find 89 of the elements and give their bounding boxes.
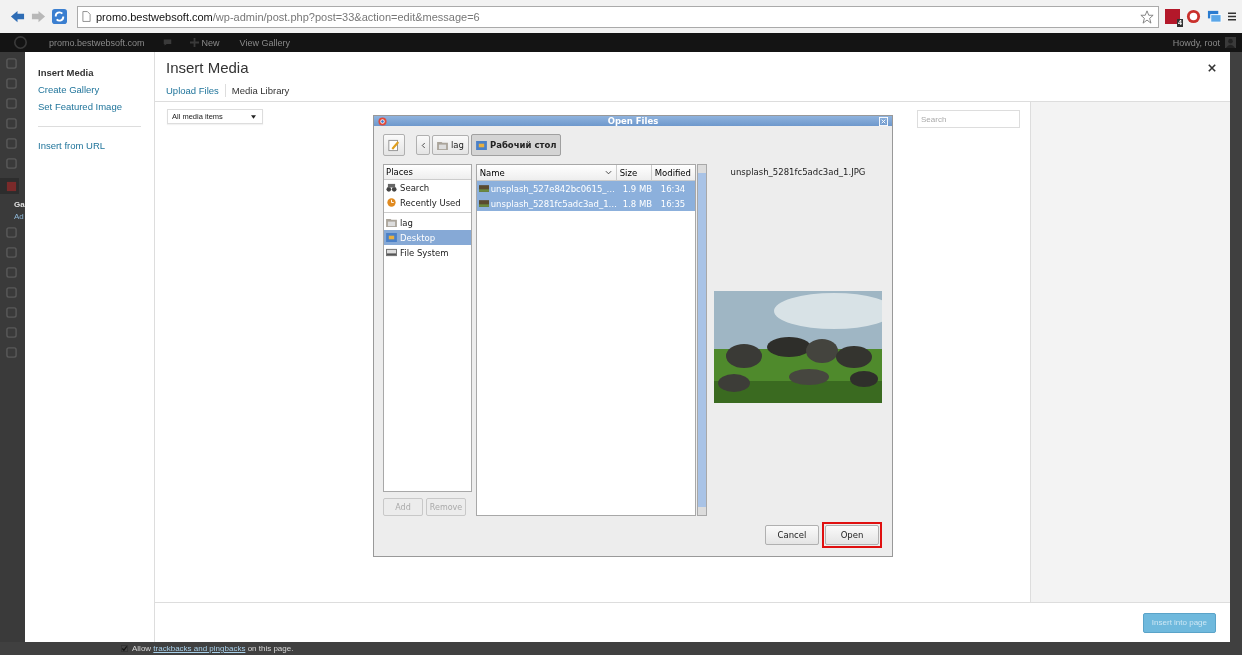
places-header: Places — [384, 165, 471, 180]
menu-item-icon[interactable] — [6, 138, 17, 149]
trackbacks-text: Allow trackbacks and pingbacks on this page. — [132, 644, 294, 653]
binoculars-icon — [386, 183, 397, 192]
address-bar[interactable]: promo.bestwebsoft.com/wp-admin/post.php?post=33&action=edit&message=6 — [77, 5, 1159, 28]
place-label: Desktop — [400, 232, 436, 243]
modal-menu-item[interactable]: Create Gallery — [38, 83, 154, 96]
place-item[interactable]: Recently Used — [384, 195, 471, 210]
pencil-icon — [388, 138, 400, 152]
file-name: unsplash_527e842bc0615_… — [490, 183, 617, 194]
desktop-icon — [475, 140, 487, 150]
modal-menu-item[interactable]: Insert from URL — [38, 139, 154, 152]
menu-item-icon[interactable] — [6, 98, 17, 109]
open-button[interactable]: Open — [825, 525, 879, 545]
view-gallery-link[interactable]: View Gallery — [239, 37, 290, 48]
close-icon[interactable] — [1208, 64, 1216, 72]
preview-file-name: unsplash_5281fc5adc3ad_1.JPG — [730, 167, 866, 177]
image-file-icon — [478, 185, 489, 192]
menu-item-icon[interactable] — [6, 158, 17, 169]
file-name: unsplash_5281fc5adc3ad_1… — [490, 198, 619, 209]
logo-icon[interactable] — [14, 36, 27, 49]
file-modified: 16:35 — [660, 198, 687, 209]
folder-icon — [437, 140, 448, 150]
scrollbar[interactable] — [697, 164, 707, 516]
menu-item-icon[interactable] — [6, 327, 17, 338]
place-item[interactable]: lag — [384, 215, 471, 230]
url-host: promo.bestwebsoft.com — [96, 10, 213, 23]
submenu-label[interactable]: Ga — [14, 200, 25, 209]
tab[interactable]: Upload Files — [166, 84, 225, 97]
place-label: File System — [400, 247, 449, 258]
menu-item-icon[interactable] — [6, 118, 17, 129]
forward-icon[interactable] — [31, 9, 46, 24]
chevron-left-icon — [420, 141, 426, 149]
column-header[interactable]: Size — [616, 165, 652, 180]
cancel-button[interactable]: Cancel — [765, 525, 819, 545]
file-size: 1.9 MB — [621, 183, 654, 194]
path-button[interactable]: Рабочий стол — [470, 134, 562, 156]
back-icon[interactable] — [10, 9, 25, 24]
caret-icon — [251, 114, 256, 119]
site-link[interactable]: promo.bestwebsoft.com — [49, 37, 145, 48]
drive-icon — [386, 248, 397, 257]
menu-item-icon[interactable] — [6, 227, 17, 238]
trackbacks-link[interactable]: trackbacks and pingbacks — [153, 644, 246, 653]
place-item[interactable]: File System — [384, 245, 471, 260]
modal-menu-item[interactable]: Insert Media — [38, 66, 154, 79]
edit-path-button[interactable] — [383, 134, 405, 156]
menu-icon[interactable] — [1228, 11, 1236, 22]
page-icon — [82, 11, 91, 22]
menu-item-icon[interactable] — [6, 267, 17, 278]
greeting-link[interactable]: Howdy, root — [1172, 37, 1220, 48]
clock-icon — [386, 198, 397, 207]
active-menu-item[interactable] — [0, 178, 19, 194]
menu-item-icon[interactable] — [6, 347, 17, 358]
folder-icon — [386, 218, 397, 227]
menu-item-icon[interactable] — [6, 58, 17, 69]
back-button[interactable] — [416, 135, 430, 155]
menu-item-icon[interactable] — [6, 287, 17, 298]
path-button[interactable]: lag — [432, 135, 469, 155]
plus-icon — [189, 38, 199, 47]
dialog-title: Open Files — [606, 116, 660, 126]
desktop-icon — [386, 233, 397, 242]
image-file-icon — [478, 200, 489, 207]
menu-item-icon[interactable] — [6, 307, 17, 318]
new-link[interactable]: New — [201, 37, 220, 48]
menu-item-icon[interactable] — [6, 78, 17, 89]
search-field[interactable]: Search — [917, 110, 1020, 128]
modal-menu-item[interactable]: Set Featured Image — [38, 100, 154, 113]
file-size: 1.8 MB — [621, 198, 654, 209]
app-icon — [378, 116, 387, 126]
avatar-icon[interactable] — [1225, 37, 1236, 48]
star-icon[interactable] — [1140, 9, 1154, 24]
column-header[interactable]: Name — [476, 165, 617, 180]
submenu-label[interactable]: Ad — [14, 212, 25, 221]
file-modified: 16:34 — [660, 183, 687, 194]
reload-icon[interactable] — [52, 9, 67, 24]
sort-chevron-icon — [604, 170, 612, 175]
menu-item-icon[interactable] — [6, 247, 17, 258]
place-label: lag — [400, 217, 413, 228]
checkbox[interactable] — [121, 645, 128, 652]
comment-icon[interactable] — [162, 38, 172, 47]
modal-title: Insert Media — [166, 59, 249, 76]
place-label: Recently Used — [400, 197, 461, 208]
place-label: Search — [400, 182, 430, 193]
windows-icon[interactable] — [1207, 9, 1222, 24]
tab[interactable]: Media Library — [224, 84, 296, 97]
url-path: /wp-admin/post.php?post=33&action=edit&message=6 — [212, 10, 480, 23]
gallery-icon — [6, 180, 17, 192]
column-header[interactable]: Modified — [651, 165, 696, 180]
place-item[interactable]: Search — [384, 180, 471, 195]
